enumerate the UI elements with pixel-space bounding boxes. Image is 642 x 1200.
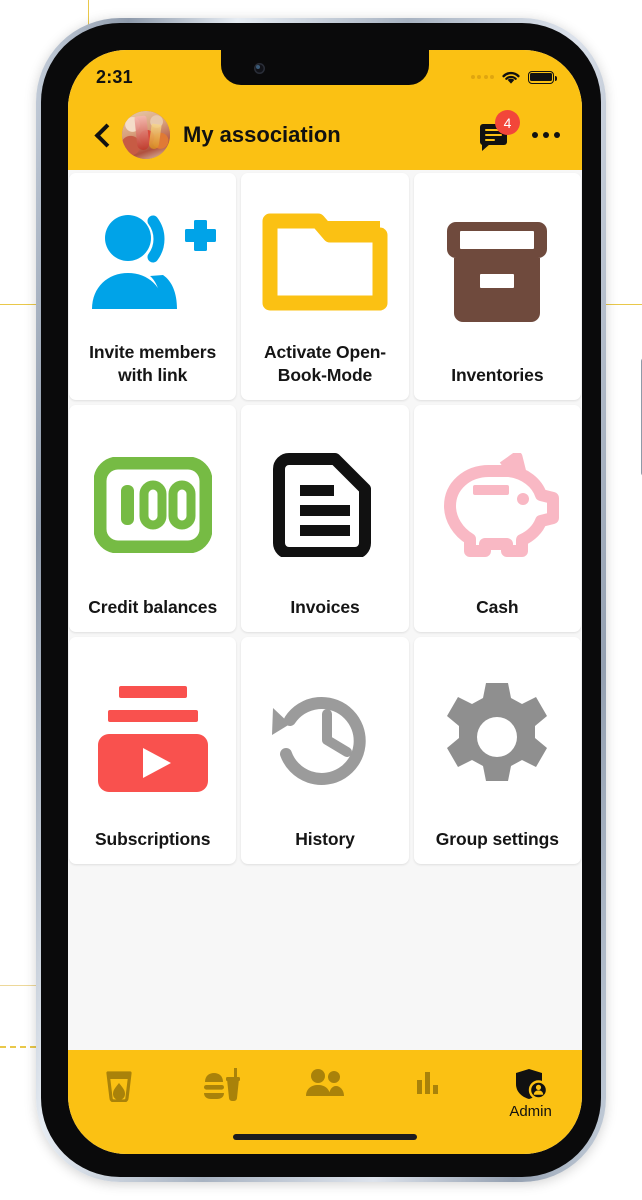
more-horizontal-icon[interactable] — [532, 132, 560, 138]
tile-label: Invoices — [290, 596, 360, 617]
tile-label: Inventories — [451, 364, 544, 385]
tile-label: History — [295, 828, 355, 849]
chevron-left-icon[interactable] — [90, 123, 114, 147]
people-group-icon — [305, 1069, 344, 1096]
app-bar-actions: 4 — [480, 110, 560, 151]
page-title: My association — [183, 122, 341, 147]
person-add-invite-icon — [91, 215, 216, 310]
tile-cash[interactable]: Cash — [413, 405, 581, 632]
video-play-subscriptions-icon — [97, 686, 208, 793]
nav-item-drinks[interactable] — [68, 1068, 171, 1105]
tile-subscriptions[interactable]: Subscriptions — [69, 637, 237, 864]
wifi-icon — [502, 71, 520, 84]
credit-100-icon — [93, 457, 212, 554]
drink-glass-icon — [106, 1071, 132, 1102]
archive-box-icon — [447, 222, 548, 323]
gear-icon — [447, 683, 548, 782]
open-folder-icon — [262, 213, 388, 311]
document-lines-icon — [272, 453, 371, 558]
front-camera-icon — [254, 63, 265, 74]
tile-credit-balances[interactable]: Credit balances — [69, 405, 237, 632]
nav-item-statistics[interactable] — [376, 1068, 479, 1099]
signal-dots-icon — [470, 75, 494, 79]
tile-label: Subscriptions — [94, 828, 211, 849]
tile-history[interactable]: History — [241, 637, 409, 864]
food-burger-drink-icon — [204, 1068, 241, 1101]
tile-invoices[interactable]: Invoices — [241, 405, 409, 632]
piggy-bank-icon — [444, 453, 560, 558]
nav-item-admin[interactable]: Admin — [479, 1068, 582, 1120]
tile-label: Invite members with link — [89, 342, 217, 385]
app-bar: My association 4 — [68, 100, 582, 170]
group-avatar-image[interactable] — [122, 111, 170, 159]
tile-label: Cash — [476, 596, 519, 617]
nav-item-members[interactable] — [274, 1068, 377, 1101]
chat-unread-badge: 4 — [495, 110, 520, 135]
clock-rotate-left-icon — [271, 697, 366, 786]
status-bar-time: 2:31 — [96, 66, 133, 87]
main-content: Invite members with link Activate Open-B… — [68, 170, 582, 1050]
nav-item-food[interactable] — [171, 1068, 274, 1105]
tile-label: Activate Open-Book-Mode — [263, 342, 387, 385]
battery-full-icon — [528, 70, 557, 84]
phone-frame: 2:31 My association 4 Invite members wit… — [36, 18, 642, 1182]
tile-label: Credit balances — [88, 596, 218, 617]
tile-group-settings[interactable]: Group settings — [413, 637, 581, 864]
home-indicator[interactable] — [233, 1134, 417, 1140]
phone-screen: 2:31 My association 4 Invite members wit… — [68, 50, 582, 1154]
chat-bubble-icon[interactable]: 4 — [480, 110, 520, 151]
shield-person-admin-icon — [515, 1069, 548, 1100]
bar-chart-icon — [416, 1072, 438, 1094]
status-bar-indicators — [470, 66, 557, 85]
tile-activate-open-book-mode[interactable]: Activate Open-Book-Mode — [241, 173, 409, 400]
tile-invite-members[interactable]: Invite members with link — [69, 173, 237, 400]
tile-inventories[interactable]: Inventories — [413, 173, 581, 400]
notch — [221, 50, 429, 85]
nav-label: Admin — [509, 1103, 552, 1120]
feature-grid: Invite members with link Activate Open-B… — [68, 170, 582, 864]
phone-bezel: 2:31 My association 4 Invite members wit… — [41, 23, 601, 1177]
tile-label: Group settings — [435, 828, 559, 849]
